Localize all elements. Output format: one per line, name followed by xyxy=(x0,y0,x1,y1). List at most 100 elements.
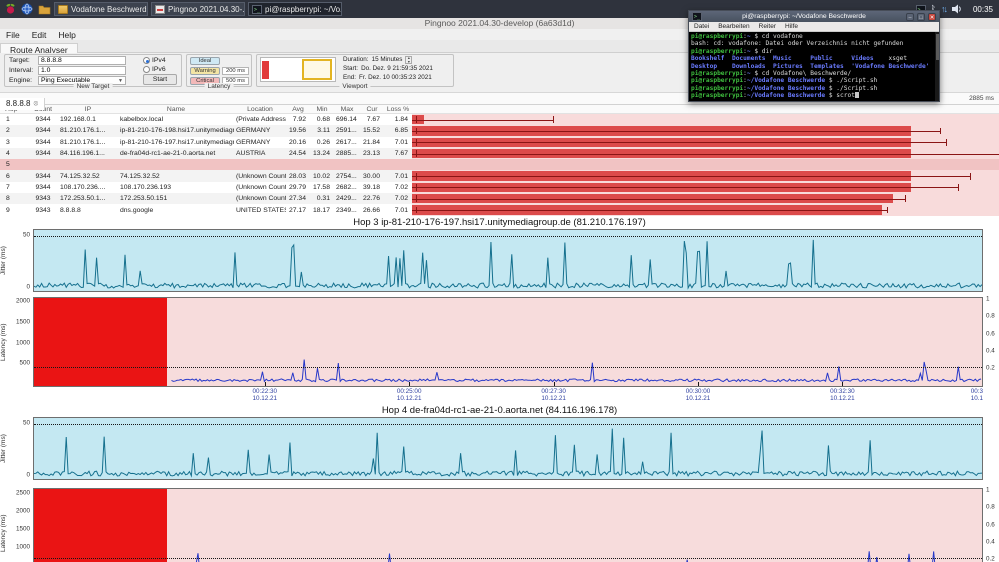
warning-threshold-value[interactable]: 200 ms xyxy=(222,67,249,75)
table-row[interactable]: 993438.8.8.8dns.googleUNITED STATES27.17… xyxy=(0,204,999,215)
table-row[interactable]: 89343172.253.50.1...172.253.50.151(Unkno… xyxy=(0,193,999,204)
latency-legend-label: Latency xyxy=(205,83,234,90)
terminal-line: pi@raspberrypi:~ $ cd vodafone xyxy=(691,33,933,40)
jitter-plot-area[interactable] xyxy=(33,417,983,480)
column-header[interactable]: Name xyxy=(118,106,234,113)
table-cell: 27.34 xyxy=(286,195,310,202)
menu-bearbeiten[interactable]: Bearbeiten xyxy=(718,23,749,30)
menu-reiter[interactable]: Reiter xyxy=(759,23,776,30)
latency-plot-area[interactable] xyxy=(33,297,983,387)
end-time-value: Fr. Dez. 10 00:35:23 2021 xyxy=(359,74,432,83)
terminal-output[interactable]: pi@raspberrypi:~ $ cd vodafonebash: cd: … xyxy=(689,32,935,101)
loss-threshold-line xyxy=(34,367,982,368)
maximize-button[interactable]: □ xyxy=(917,13,925,21)
viewport-group: Duration: 15 Minutes ▲▼ Start: Do. Dez. … xyxy=(256,54,454,87)
viewport-minimap[interactable] xyxy=(260,57,336,82)
terminal-title-bar[interactable]: >_ pi@raspberrypi: ~/Vodafone Beschwerde… xyxy=(689,11,939,22)
column-header[interactable]: IP xyxy=(58,106,118,113)
time-axis-strip: 00:22:3010.12.2100:25:0010.12.2100:27:30… xyxy=(33,387,983,404)
table-cell: 172.253.50.1... xyxy=(58,195,118,202)
table-row[interactable]: 5 xyxy=(0,159,999,170)
column-header[interactable]: Location xyxy=(234,106,286,113)
table-cell: 6.85 xyxy=(384,127,412,134)
volume-icon[interactable] xyxy=(951,2,965,16)
menu-file[interactable]: File xyxy=(0,30,26,40)
browser-globe-icon[interactable] xyxy=(20,2,34,16)
table-cell: UNITED STATES xyxy=(234,207,286,214)
close-icon[interactable]: ⦻ xyxy=(33,100,38,108)
chart-title: Hop 4 de-fra04d-rc1-ae-21-0.aorta.net (8… xyxy=(0,404,999,417)
raspberry-menu-icon[interactable] xyxy=(3,2,17,16)
minimize-button[interactable]: – xyxy=(906,13,914,21)
table-cell: 6 xyxy=(0,173,28,180)
radio-ipv4-control[interactable] xyxy=(143,57,150,64)
table-cell: 0.68 xyxy=(310,116,334,123)
table-row[interactable]: 4934484.116.196.1...de-fra04d-rc1-ae-21-… xyxy=(0,148,999,159)
clock[interactable]: 00:35 xyxy=(970,5,996,14)
axis-tick-label: 0.4 xyxy=(986,347,995,354)
column-header[interactable]: Avg xyxy=(286,106,310,113)
terminal-scrollbar[interactable] xyxy=(935,32,939,101)
table-cell: 30.00 xyxy=(360,173,384,180)
end-time-label: End: xyxy=(343,74,356,83)
network-updown-icon[interactable]: ↑↓ xyxy=(941,4,946,14)
menu-edit[interactable]: Edit xyxy=(26,30,53,40)
table-cell: 22.76 xyxy=(360,195,384,202)
table-cell: 29.79 xyxy=(286,184,310,191)
column-header[interactable]: Max xyxy=(334,106,360,113)
interval-input[interactable] xyxy=(38,66,126,75)
file-manager-icon[interactable] xyxy=(37,2,51,16)
table-cell: 81.210.176.1... xyxy=(58,139,118,146)
close-button[interactable]: ✕ xyxy=(928,13,936,21)
table-cell: 7.02 xyxy=(384,195,412,202)
taskbar-button-pingnoo[interactable]: Pingnoo 2021.04.30-... xyxy=(151,2,245,16)
terminal-line: bash: cd: vodafone: Datei oder Verzeichn… xyxy=(691,40,933,47)
tab-target-8888[interactable]: 8.8.8.8 ⦻ xyxy=(0,98,45,110)
row-latency-bar-graph xyxy=(412,125,999,136)
start-button[interactable]: Start xyxy=(143,74,177,85)
column-header[interactable]: Min xyxy=(310,106,334,113)
radio-ipv6-control[interactable] xyxy=(143,66,150,73)
hops-table-header[interactable]: HopCountIPNameLocationAvgMinMaxCurLoss % xyxy=(0,105,999,114)
menu-hilfe[interactable]: Hilfe xyxy=(785,23,798,30)
duration-spinner[interactable]: ▲▼ xyxy=(405,56,412,64)
table-cell: 18.17 xyxy=(310,207,334,214)
table-row[interactable]: 79344108.170.236....108.170.236.193(Unkn… xyxy=(0,182,999,193)
table-cell: 0.31 xyxy=(310,195,334,202)
table-cell: dns.google xyxy=(118,207,234,214)
table-cell: 26.66 xyxy=(360,207,384,214)
table-row[interactable]: 6934474.125.32.5274.125.32.52(Unknown Co… xyxy=(0,170,999,181)
column-header[interactable]: Cur xyxy=(360,106,384,113)
jitter-plot-area[interactable] xyxy=(33,229,983,292)
taskbar-button-terminal[interactable]: >_ pi@raspberrypi: ~/Vo... xyxy=(248,2,342,16)
table-row[interactable]: 19344192.168.0.1kabelbox.local(Private A… xyxy=(0,114,999,125)
menu-help[interactable]: Help xyxy=(52,30,81,40)
jitter-axis-label: Jitter (ms) xyxy=(0,417,10,480)
hops-table-body: 19344192.168.0.1kabelbox.local(Private A… xyxy=(0,114,999,216)
table-cell: 8 xyxy=(0,195,28,202)
axis-tick-label: 0.2 xyxy=(986,555,995,562)
axis-tick-label: 2000 xyxy=(16,298,30,305)
radio-ipv6[interactable]: IPv6 xyxy=(143,65,166,74)
chevron-down-icon: ▼ xyxy=(118,78,123,84)
latency-plot-area[interactable] xyxy=(33,488,983,562)
time-axis: 00:22:3010.12.2100:25:0010.12.2100:27:30… xyxy=(0,387,999,404)
axis-tick-label: 500 xyxy=(19,360,30,367)
menu-datei[interactable]: Datei xyxy=(694,23,709,30)
table-cell: 9343 xyxy=(28,207,58,214)
taskbar-button-vodafone-folder[interactable]: Vodafone Beschwerd... xyxy=(54,2,148,16)
table-row[interactable]: 2934481.210.176.1...ip-81-210-176-198.hs… xyxy=(0,125,999,136)
hop3-chart-block: Hop 3 ip-81-210-176-197.hsi17.unitymedia… xyxy=(0,216,999,404)
scrollbar-thumb[interactable] xyxy=(936,34,939,60)
column-header[interactable]: Loss % xyxy=(384,106,412,113)
table-cell: (Unknown Country?) xyxy=(234,195,286,202)
duration-value: 15 Minutes xyxy=(372,56,403,65)
terminal-window[interactable]: >_ pi@raspberrypi: ~/Vodafone Beschwerde… xyxy=(688,10,940,102)
table-cell: 192.168.0.1 xyxy=(58,116,118,123)
row-latency-bar-graph xyxy=(412,114,999,125)
viewport-selection-rect[interactable] xyxy=(302,59,332,80)
table-cell: 7 xyxy=(0,184,28,191)
target-input[interactable] xyxy=(38,56,126,65)
table-row[interactable]: 3934481.210.176.1...ip-81-210-176-197.hs… xyxy=(0,137,999,148)
radio-ipv4[interactable]: IPv4 xyxy=(143,56,166,65)
